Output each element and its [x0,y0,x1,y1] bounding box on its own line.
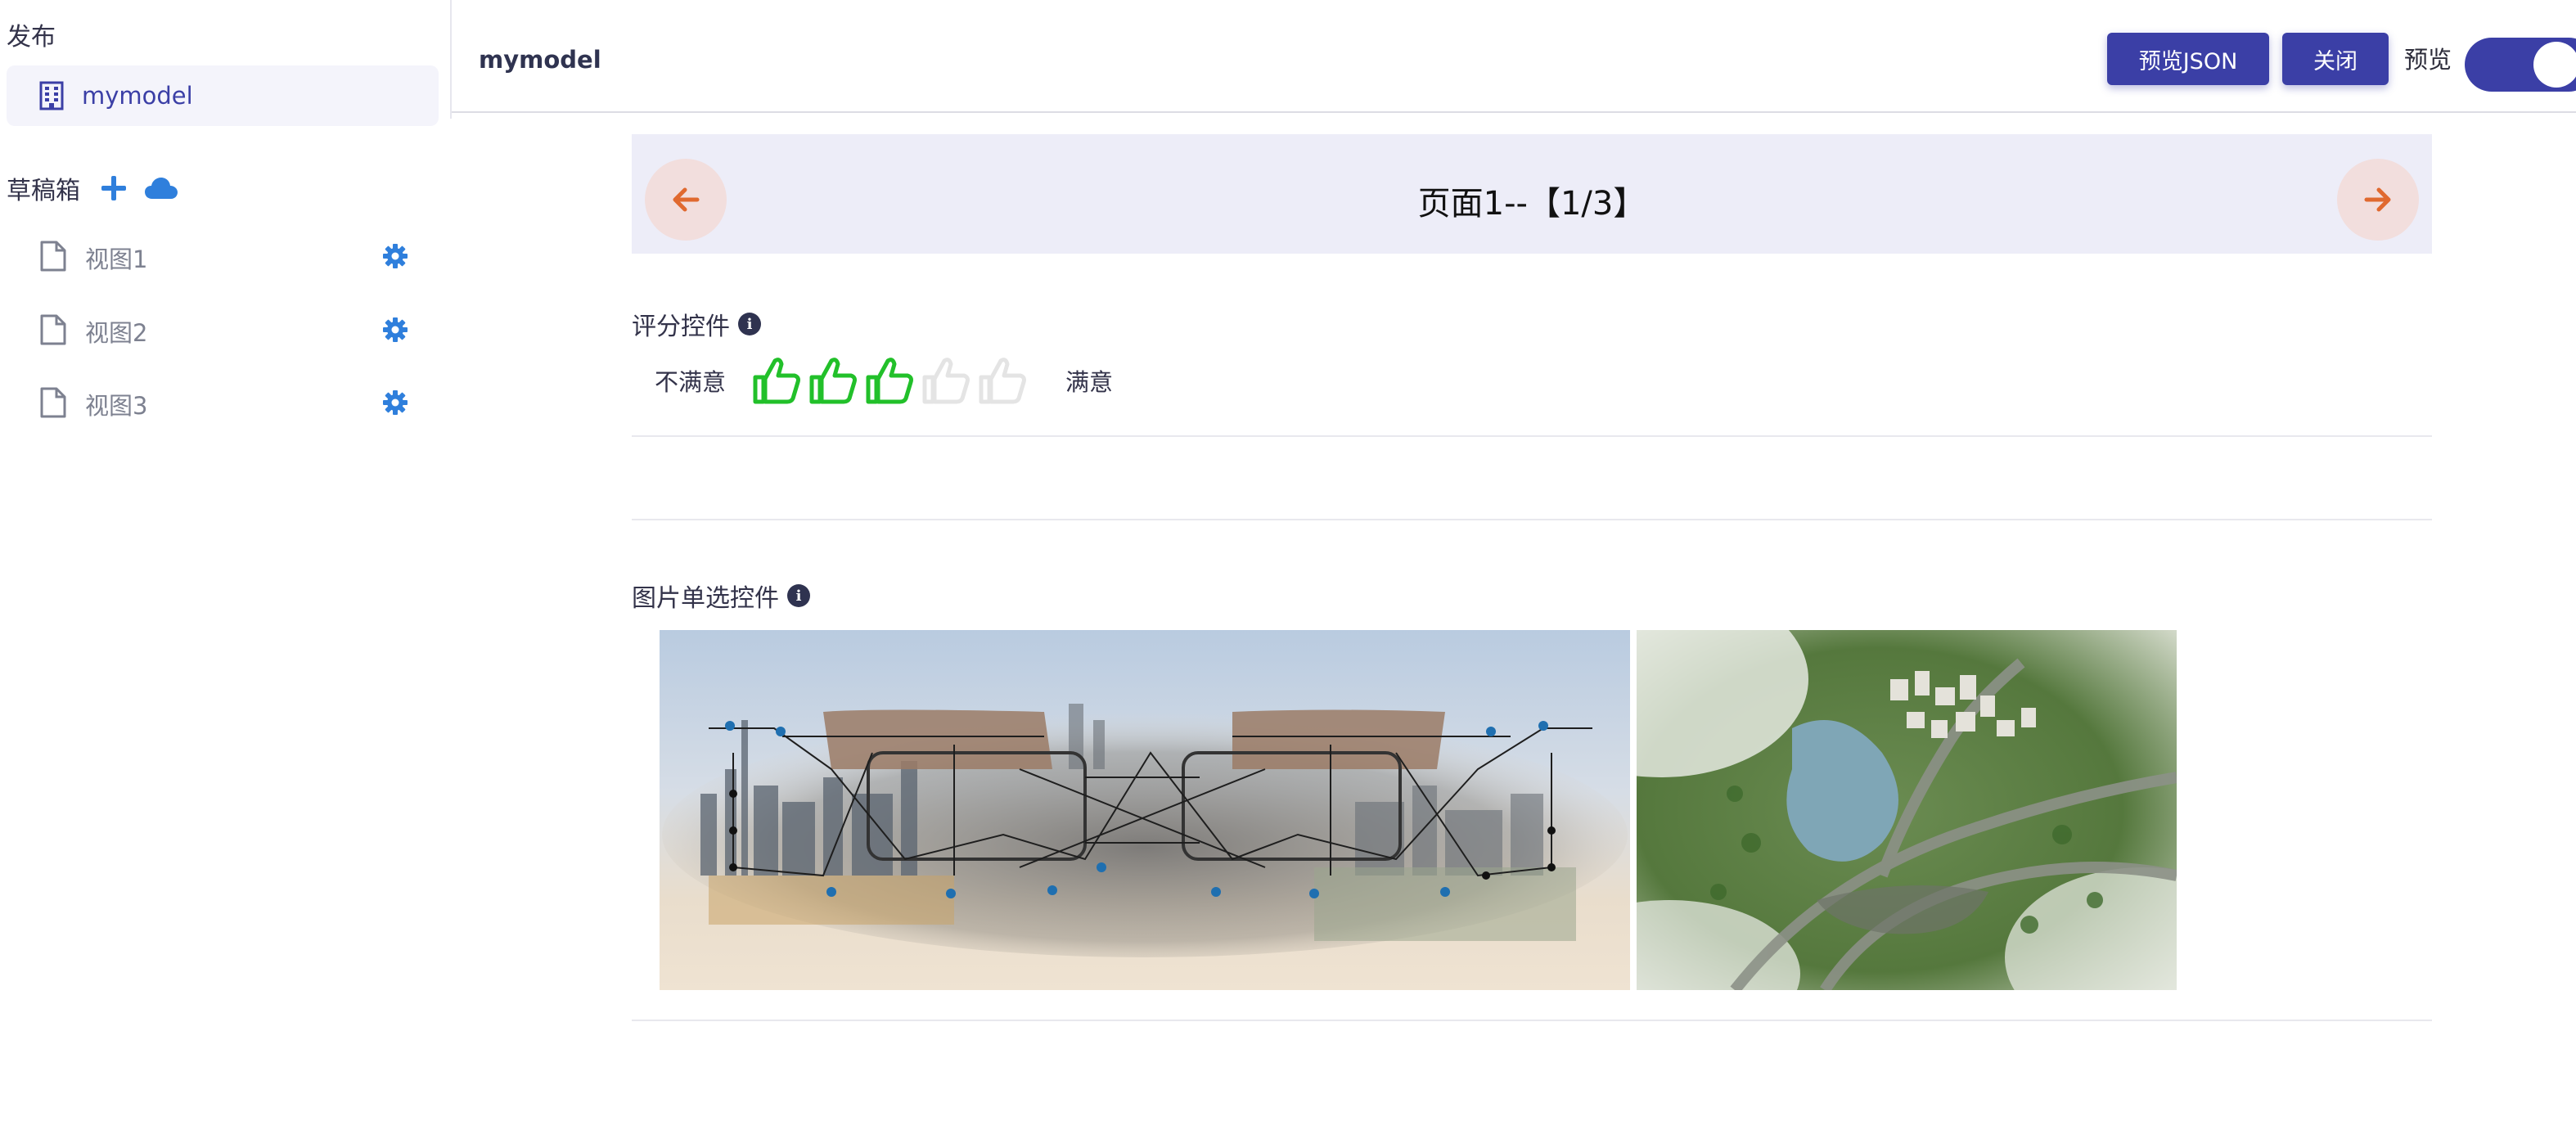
building-icon [39,81,64,110]
divider [632,519,2432,520]
top-bar: mymodel 预览JSON 关闭 预览 [452,0,2576,113]
aerial-park-image [1637,630,2177,990]
divider [632,435,2432,437]
page-indicator: 页面1--【1/3】 [1417,185,1646,223]
document-icon [40,387,66,418]
sidebar-item-view3[interactable]: 视图3 [0,372,442,430]
drafts-title: 草稿箱 [7,177,80,205]
arrow-right-icon [2364,187,2391,212]
next-page-button[interactable] [2337,159,2419,241]
gear-icon[interactable] [381,389,409,416]
info-icon[interactable]: i [787,584,810,607]
sidebar-item-view2[interactable]: 视图2 [0,299,442,357]
view-label: 视图1 [85,245,148,273]
image-field-label: 图片单选控件 i [632,578,810,614]
sidebar: 发布 mymodel 草稿箱 视图1 视图2 视图3 [0,0,452,1148]
thumbs-up-icon[interactable] [920,354,972,407]
page-navigator: 页面1--【1/3】 [632,134,2432,254]
image-option-city-tech[interactable] [660,630,1630,990]
info-icon[interactable]: i [738,313,761,335]
view-label: 视图2 [85,319,148,347]
document-icon [40,314,66,345]
city-tech-image [660,630,1630,990]
close-button[interactable]: 关闭 [2282,33,2389,85]
divider [632,1020,2432,1021]
preview-json-button[interactable]: 预览JSON [2107,33,2269,85]
gear-icon[interactable] [381,242,409,270]
page-title: mymodel [479,46,601,74]
drafts-header: 草稿箱 [7,169,178,208]
rating-field-label: 评分控件 i [632,306,761,342]
thumbs-up-icon[interactable] [807,354,859,407]
rating-label-text: 评分控件 [632,313,730,341]
toggle-knob [2533,42,2576,88]
preview-label: 预览 [2404,46,2452,74]
image-option-aerial-park[interactable] [1637,630,2177,990]
thumb-rating [750,354,1033,407]
thumbs-up-icon[interactable] [976,354,1029,407]
rating-control: 不满意 满意 [655,352,1113,409]
thumbs-up-icon[interactable] [863,354,916,407]
sidebar-item-mymodel[interactable]: mymodel [7,65,439,126]
cloud-icon[interactable] [144,176,178,200]
image-label-text: 图片单选控件 [632,584,779,613]
publish-section-title: 发布 [7,23,56,52]
rating-low-label: 不满意 [655,368,727,396]
thumbs-up-icon[interactable] [750,354,803,407]
preview-toggle[interactable] [2465,38,2576,92]
rating-high-label: 满意 [1065,368,1114,396]
gear-icon[interactable] [381,316,409,344]
plus-icon[interactable] [101,176,126,200]
sidebar-item-label: mymodel [82,82,193,110]
sidebar-item-view1[interactable]: 视图1 [0,226,442,283]
document-icon [40,241,66,272]
view-label: 视图3 [85,392,148,420]
